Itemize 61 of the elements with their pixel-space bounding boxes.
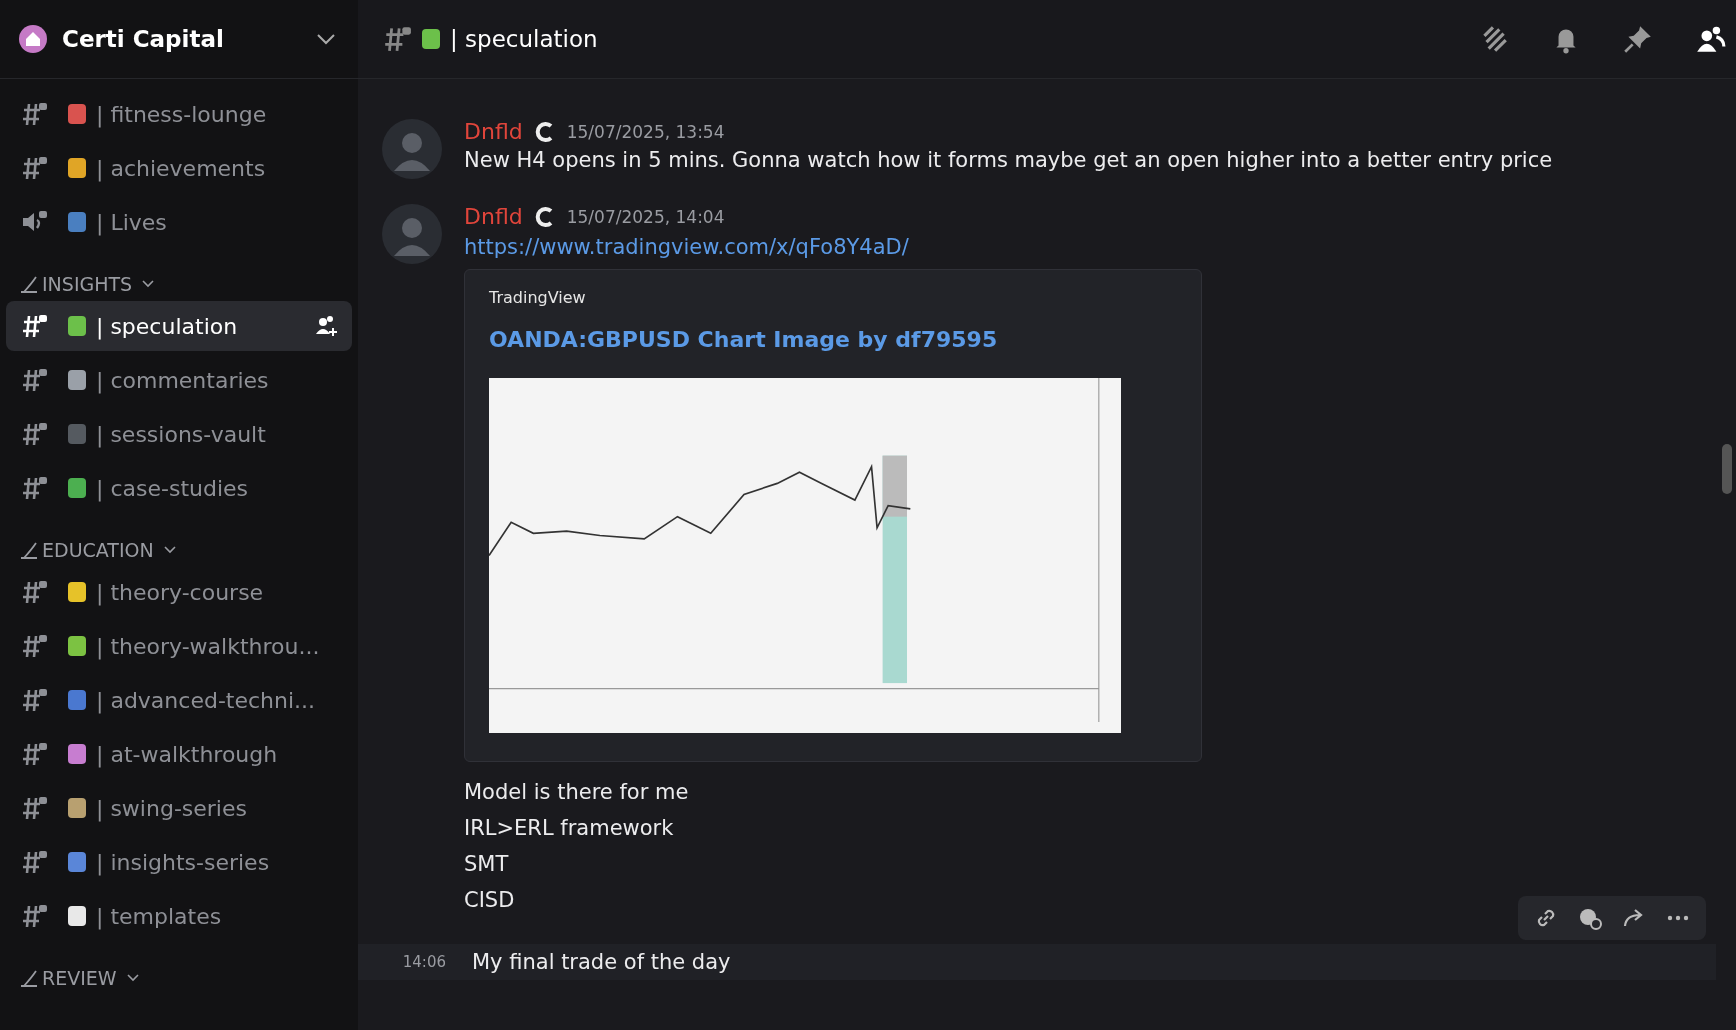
add-member-icon[interactable] (314, 314, 340, 338)
category-header[interactable]: EDUCATION (42, 539, 154, 561)
locked-hash-icon (20, 686, 48, 714)
message-text: IRL>ERL framework (464, 816, 675, 840)
locked-hash-icon (20, 474, 48, 502)
locked-hash-icon (20, 740, 48, 768)
message-text: New H4 opens in 5 mins. Gonna watch how it forms maybe get an open higher into a better entry price (464, 148, 1553, 172)
channel-item[interactable]: | templates (6, 891, 352, 941)
message-text: My final trade of the day (472, 950, 731, 974)
channel-item[interactable]: | achievements (6, 143, 352, 193)
channel-title: | speculation (450, 26, 598, 52)
embed-title[interactable]: OANDA:GBPUSD Chart Image by df79595 (489, 327, 1177, 352)
message-link[interactable]: https://www.tradingview.com/x/qFo8Y4aD/ (464, 235, 1202, 259)
author-name[interactable]: Dnfld (464, 204, 523, 229)
avatar-silhouette[interactable] (382, 204, 442, 264)
avatar-silhouette[interactable] (382, 119, 442, 179)
message-text: CISD (464, 888, 516, 912)
scrollbar-thumb[interactable] (1722, 444, 1732, 494)
home-icon (18, 24, 48, 54)
chevron-icon (163, 546, 176, 554)
category-slash-icon (20, 969, 38, 987)
chevron-icon (126, 974, 139, 982)
locked-hash-icon (20, 632, 48, 660)
category-header[interactable]: INSIGHTS (42, 273, 133, 295)
channel-item[interactable]: | insights-series (6, 837, 352, 887)
channel-item[interactable]: | sessions-vault (6, 409, 352, 459)
locked-hash-icon (20, 420, 48, 448)
channel-item[interactable]: | speculation (6, 301, 352, 351)
locked-hash-icon (20, 366, 48, 394)
locked-hash-icon (20, 100, 48, 128)
chevron-icon (316, 33, 336, 45)
message-text: Model is there for me (464, 780, 690, 804)
locked-hash-icon (20, 312, 48, 340)
message-timestamp: 15/07/2025, 14:04 (566, 206, 725, 227)
locked-hash-icon (20, 848, 48, 876)
emoji-icon (422, 29, 440, 49)
channel-item[interactable]: | swing-series (6, 783, 352, 833)
hash-icon (382, 24, 412, 54)
chevron-icon (142, 280, 155, 288)
locked-hash-icon (20, 902, 48, 930)
locked-hash-icon (20, 794, 48, 822)
channel-item[interactable]: | at-walkthrough (6, 729, 352, 779)
locked-hash-icon (20, 154, 48, 182)
author-name[interactable]: Dnfld (464, 119, 523, 144)
server-header[interactable]: Certi Capital (0, 0, 358, 79)
channel-item[interactable]: | fitness-lounge (6, 89, 352, 139)
embed-provider[interactable]: TradingView (489, 288, 1177, 307)
message-timestamp: 14:06 (401, 953, 447, 971)
channel-item[interactable]: | Lives (6, 197, 352, 247)
server-name: Certi Capital (62, 26, 224, 52)
channel-item[interactable]: | case-studies (6, 463, 352, 513)
locked-hash-icon (20, 578, 48, 606)
channel-item[interactable]: | theory-course (6, 567, 352, 617)
channel-item[interactable]: | advanced-techni... (6, 675, 352, 725)
category-slash-icon (20, 275, 38, 293)
message-text: SMT (464, 852, 510, 876)
channel-item[interactable]: | commentaries (6, 355, 352, 405)
message-timestamp: 15/07/2025, 13:54 (566, 121, 725, 142)
channel-item[interactable]: | theory-walkthrou... (6, 621, 352, 671)
category-header[interactable]: REVIEW (42, 967, 117, 989)
category-slash-icon (20, 541, 38, 559)
